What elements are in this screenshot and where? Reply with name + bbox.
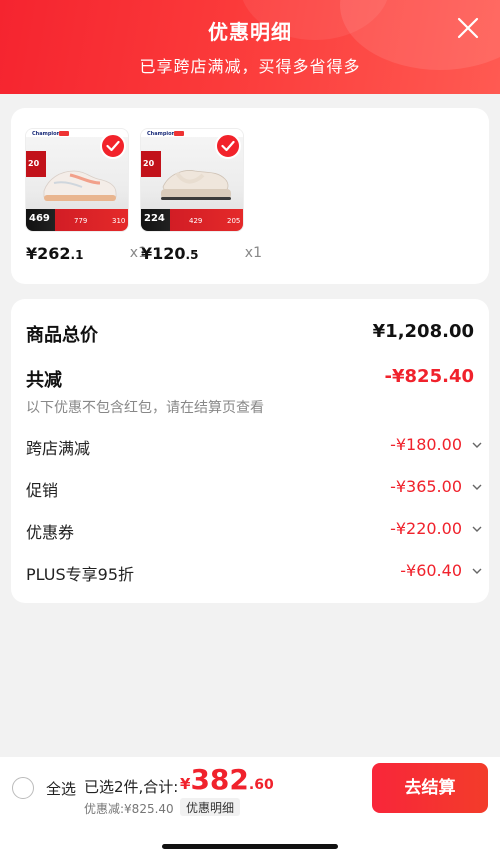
sneaker-image <box>43 170 117 201</box>
product-quantity: x1 <box>244 245 262 261</box>
chevron-down-icon <box>472 442 482 448</box>
thumb-price-bar: 469 779 310 <box>26 209 128 231</box>
select-all-label[interactable]: 全选 <box>46 778 76 799</box>
product-thumbnail[interactable]: Champion 20 469 779 310 <box>25 128 129 232</box>
close-button[interactable] <box>456 16 480 40</box>
discount-row-promotion[interactable]: 促销 -¥365.00 <box>26 477 482 501</box>
brand-logo: Champion <box>32 131 61 137</box>
total-reduction-value: -¥825.40 <box>384 366 474 387</box>
page-title: 优惠明细 <box>208 20 292 44</box>
discount-note: 以下优惠不包含红包，请在结算页查看 <box>26 400 264 416</box>
chevron-down-icon <box>472 484 482 490</box>
total-reduction-label: 共减 <box>26 370 62 391</box>
product-item[interactable]: Champion 20 224 429 205 ¥120.5 x1 <box>140 128 262 263</box>
total-price-value: ¥1,208.00 <box>372 321 474 342</box>
header: 优惠明细 已享跨店满减，买得多省得多 <box>0 0 500 94</box>
thumb-price-bar: 224 429 205 <box>141 209 243 231</box>
product-checkbox[interactable] <box>100 133 126 159</box>
product-price: ¥120.5 <box>141 244 199 263</box>
product-item[interactable]: Champion 20 469 779 310 ¥262.1 x1 <box>25 128 147 263</box>
checkout-button[interactable]: 去结算 <box>372 763 488 813</box>
close-icon <box>457 17 479 39</box>
product-thumbnail[interactable]: Champion 20 224 429 205 <box>140 128 244 232</box>
discount-row-cross-store[interactable]: 跨店满减 -¥180.00 <box>26 435 482 459</box>
check-icon <box>221 140 235 152</box>
total-price-label: 商品总价 <box>26 325 98 346</box>
page-subtitle: 已享跨店满减，买得多省得多 <box>139 57 361 76</box>
checkout-bar: 全选 已选2件,合计: ¥382.60 优惠减:¥825.40 优惠明细 去结算 <box>0 757 500 861</box>
discount-row-coupon[interactable]: 优惠券 -¥220.00 <box>26 519 482 543</box>
chevron-down-icon <box>472 526 482 532</box>
chevron-down-icon <box>472 568 482 574</box>
check-icon <box>106 140 120 152</box>
discount-detail-button[interactable]: 优惠明细 <box>180 798 241 816</box>
discount-row-plus[interactable]: PLUS专享95折 -¥60.40 <box>26 561 482 585</box>
selected-count-text: 已选2件,合计: <box>84 778 179 796</box>
brand-logo: Champion <box>147 131 176 137</box>
sandal-image <box>161 170 231 200</box>
discount-summary-card: 商品总价 ¥1,208.00 共减 -¥825.40 以下优惠不包含红包，请在结… <box>11 299 489 603</box>
products-card: Champion 20 469 779 310 ¥262.1 x1 Champi… <box>11 108 489 284</box>
product-checkbox[interactable] <box>215 133 241 159</box>
product-price: ¥262.1 <box>26 244 84 263</box>
home-indicator <box>162 844 338 849</box>
select-all-checkbox[interactable] <box>12 777 34 799</box>
cart-total-price: ¥382.60 <box>180 763 274 796</box>
discount-summary-text: 优惠减:¥825.40 <box>84 802 174 816</box>
